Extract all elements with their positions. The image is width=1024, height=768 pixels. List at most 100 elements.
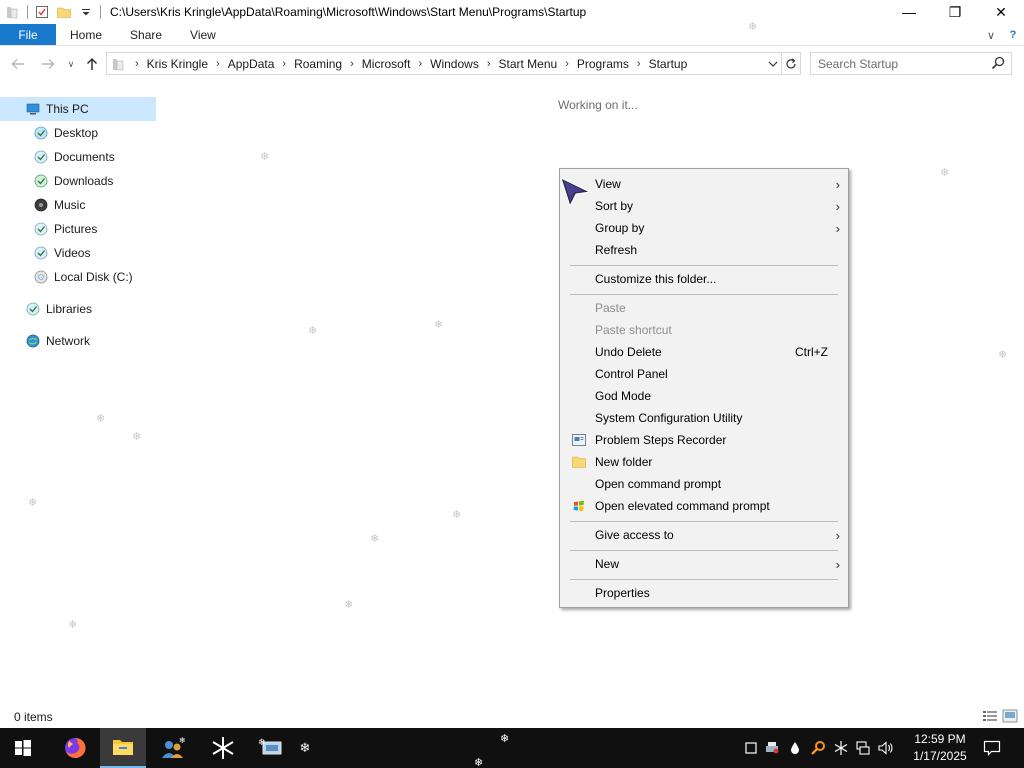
breadcrumb-separator-icon[interactable]: › bbox=[350, 58, 354, 70]
sidebar-item-videos[interactable]: Videos bbox=[34, 241, 90, 265]
explorer-window-icon[interactable] bbox=[5, 4, 21, 20]
sidebar-item-documents[interactable]: Documents bbox=[34, 145, 115, 169]
snowflake-decoration-icon: ❄ bbox=[28, 497, 38, 509]
menu-item-group-by[interactable]: Group by › bbox=[562, 217, 846, 239]
sidebar-item-music[interactable]: Music bbox=[34, 193, 85, 217]
menu-item-open-command-prompt[interactable]: Open command prompt bbox=[562, 473, 846, 495]
breadcrumb-separator-icon[interactable]: › bbox=[637, 58, 641, 70]
tab-share[interactable]: Share bbox=[116, 24, 176, 45]
breadcrumb-separator-icon[interactable]: › bbox=[282, 58, 286, 70]
breadcrumb-item[interactable]: Kris Kringle bbox=[147, 57, 208, 71]
new-folder-icon[interactable] bbox=[56, 4, 72, 20]
search-icon[interactable] bbox=[991, 56, 1005, 70]
maximize-button[interactable]: ❐ bbox=[932, 0, 978, 24]
people-app-icon[interactable]: ❄ bbox=[150, 728, 196, 768]
menu-item-control-panel[interactable]: Control Panel bbox=[562, 363, 846, 385]
tray-drop-icon[interactable] bbox=[784, 741, 806, 755]
sidebar-item-pictures[interactable]: Pictures bbox=[34, 217, 97, 241]
sidebar-item-local-disk[interactable]: Local Disk (C:) bbox=[34, 265, 133, 289]
close-button[interactable]: ✕ bbox=[978, 0, 1024, 24]
properties-icon[interactable] bbox=[34, 4, 50, 20]
menu-item-label: Sort by bbox=[595, 199, 634, 213]
sidebar-item-label: Libraries bbox=[46, 302, 93, 316]
menu-item-give-access[interactable]: Give access to › bbox=[562, 524, 846, 546]
menu-item-new[interactable]: New › bbox=[562, 553, 846, 575]
back-arrow-icon[interactable] bbox=[8, 55, 28, 73]
recorder-icon bbox=[571, 432, 587, 448]
breadcrumb-item[interactable]: Roaming bbox=[294, 57, 342, 71]
menu-separator bbox=[570, 550, 838, 551]
taskbar-clock[interactable]: 12:59 PM 1/17/2025 bbox=[905, 731, 975, 765]
file-explorer-taskbar-icon[interactable] bbox=[100, 728, 146, 768]
tray-snowflake-icon[interactable] bbox=[830, 741, 852, 755]
tab-file[interactable]: File bbox=[0, 24, 56, 45]
pictures-folder-icon bbox=[34, 222, 48, 236]
sidebar-item-downloads[interactable]: Downloads bbox=[34, 169, 113, 193]
breadcrumb-separator-icon[interactable]: › bbox=[216, 58, 220, 70]
breadcrumb-item[interactable]: Start Menu bbox=[499, 57, 558, 71]
breadcrumb-separator-icon[interactable]: › bbox=[565, 58, 569, 70]
address-dropdown-chevron-icon[interactable] bbox=[765, 53, 781, 74]
sidebar-item-desktop[interactable]: Desktop bbox=[34, 121, 98, 145]
menu-item-problem-steps-recorder[interactable]: Problem Steps Recorder bbox=[562, 429, 846, 451]
up-arrow-icon[interactable] bbox=[82, 55, 102, 73]
start-button[interactable] bbox=[0, 728, 46, 768]
tab-home[interactable]: Home bbox=[56, 24, 116, 45]
snowflake-app-icon[interactable] bbox=[200, 728, 246, 768]
notification-center-icon[interactable] bbox=[978, 728, 1006, 768]
volume-icon[interactable] bbox=[874, 741, 898, 755]
refresh-icon[interactable] bbox=[781, 52, 801, 75]
sidebar-item-this-pc[interactable]: This PC bbox=[0, 97, 156, 121]
firefox-icon[interactable] bbox=[52, 728, 98, 768]
clock-date: 1/17/2025 bbox=[913, 749, 967, 763]
menu-item-properties[interactable]: Properties bbox=[562, 582, 846, 604]
window-controls: — ❐ ✕ bbox=[886, 0, 1024, 24]
sidebar-item-network[interactable]: Network bbox=[26, 329, 90, 353]
search-box[interactable] bbox=[810, 52, 1012, 75]
customize-toolbar-chevron-icon[interactable] bbox=[78, 4, 94, 20]
details-view-icon[interactable] bbox=[982, 709, 998, 723]
menu-item-new-folder[interactable]: New folder bbox=[562, 451, 846, 473]
forward-arrow-icon[interactable] bbox=[38, 55, 58, 73]
tray-window-icon[interactable] bbox=[742, 742, 760, 754]
expand-ribbon-chevron-icon[interactable]: ∨ bbox=[980, 29, 1002, 42]
tray-printer-icon[interactable] bbox=[760, 741, 784, 755]
help-icon[interactable]: ? bbox=[1002, 29, 1024, 41]
breadcrumb-separator-icon[interactable]: › bbox=[487, 58, 491, 70]
breadcrumb-item[interactable]: Microsoft bbox=[362, 57, 411, 71]
tray-search-icon[interactable] bbox=[806, 740, 830, 756]
snowflake-decoration-icon: ❄ bbox=[452, 509, 462, 521]
search-input[interactable] bbox=[811, 56, 981, 71]
menu-item-label: Customize this folder... bbox=[595, 272, 717, 286]
menu-item-paste-shortcut[interactable]: Paste shortcut bbox=[562, 319, 846, 341]
breadcrumb-item[interactable]: AppData bbox=[228, 57, 275, 71]
ribbon-tabs: File Home Share View ∨ ? bbox=[0, 24, 1024, 46]
address-bar[interactable]: › Kris Kringle › AppData › Roaming › Mic… bbox=[106, 52, 782, 75]
menu-item-refresh[interactable]: Refresh bbox=[562, 239, 846, 261]
large-icons-view-icon[interactable] bbox=[1002, 709, 1018, 723]
breadcrumb-item[interactable]: Programs bbox=[577, 57, 629, 71]
videos-folder-icon bbox=[34, 246, 48, 260]
network-icon[interactable] bbox=[852, 741, 874, 755]
tab-view[interactable]: View bbox=[176, 24, 230, 45]
menu-item-label: Paste shortcut bbox=[595, 323, 672, 337]
minimize-button[interactable]: — bbox=[886, 0, 932, 24]
svg-text:❄: ❄ bbox=[179, 736, 186, 745]
recent-locations-chevron-icon[interactable]: ∨ bbox=[61, 55, 81, 73]
menu-item-undo-delete[interactable]: Undo Delete Ctrl+Z bbox=[562, 341, 846, 363]
ribbon-right-controls: ∨ ? bbox=[980, 24, 1024, 46]
sidebar-item-libraries[interactable]: Libraries bbox=[26, 297, 92, 321]
menu-item-customize-folder[interactable]: Customize this folder... bbox=[562, 268, 846, 290]
breadcrumb-item[interactable]: Startup bbox=[649, 57, 688, 71]
submenu-chevron-icon: › bbox=[835, 198, 840, 214]
menu-item-paste[interactable]: Paste bbox=[562, 297, 846, 319]
menu-item-sort-by[interactable]: Sort by › bbox=[562, 195, 846, 217]
menu-item-view[interactable]: View › bbox=[562, 173, 846, 195]
snowflake-decoration-icon: ❄ bbox=[68, 619, 78, 631]
breadcrumb-item[interactable]: Windows bbox=[430, 57, 479, 71]
breadcrumb-separator-icon[interactable]: › bbox=[418, 58, 422, 70]
menu-item-system-configuration[interactable]: System Configuration Utility bbox=[562, 407, 846, 429]
menu-item-god-mode[interactable]: God Mode bbox=[562, 385, 846, 407]
menu-item-open-elevated-command-prompt[interactable]: Open elevated command prompt bbox=[562, 495, 846, 517]
breadcrumb-separator-icon[interactable]: › bbox=[135, 58, 139, 70]
